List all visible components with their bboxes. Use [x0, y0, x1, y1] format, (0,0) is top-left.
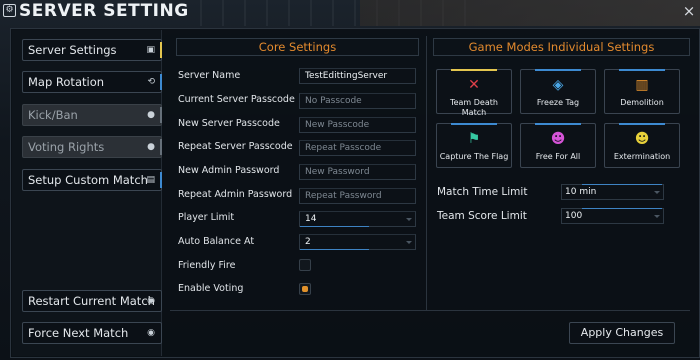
team-score-limit-select[interactable]: 100: [561, 208, 664, 224]
match-time-limit-select[interactable]: 10 min: [561, 184, 664, 200]
game-mode-team-death-match[interactable]: ✕ Team Death Match: [436, 69, 512, 117]
server-icon: ▣: [146, 45, 155, 55]
game-mode-label: Capture The Flag: [439, 152, 509, 161]
server-name-label: Server Name: [178, 70, 241, 81]
current-passcode-input[interactable]: No Passcode: [299, 93, 416, 109]
auto-balance-value: 2: [305, 237, 311, 247]
server-name-input[interactable]: TestEdittingServer: [299, 68, 416, 84]
restart-current-match-button[interactable]: Restart Current Match ◉: [22, 290, 162, 312]
player-limit-label: Player Limit: [178, 212, 235, 223]
game-mode-label: Team Death Match: [450, 98, 498, 117]
title-bar: ⚙ SERVER SETTING ×: [0, 0, 700, 24]
button-label: Force Next Match: [28, 326, 129, 340]
sidebar-item-kick-ban[interactable]: Kick/Ban ●: [22, 104, 162, 126]
sidebar-item-label: Server Settings: [28, 43, 117, 57]
friendly-fire-checkbox[interactable]: [299, 259, 311, 271]
active-indicator: [160, 42, 162, 58]
game-mode-capture-the-flag[interactable]: ⚑ Capture The Flag: [436, 123, 512, 168]
game-mode-freeze-tag[interactable]: ◈ Freeze Tag: [520, 69, 596, 114]
sidebar-item-voting-rights[interactable]: Voting Rights ●: [22, 136, 162, 158]
field-accent: [300, 226, 369, 227]
force-next-match-button[interactable]: Force Next Match ◉: [22, 322, 162, 344]
flag-runner-icon: ⚑: [467, 131, 481, 147]
team-score-limit-label: Team Score Limit: [437, 210, 527, 222]
window-settings-icon: ⚙: [3, 4, 16, 17]
mode-indicator: [619, 123, 665, 125]
skull-icon: ☻: [550, 131, 566, 147]
game-mode-label: Demolition: [620, 98, 664, 107]
game-mode-extermination[interactable]: ☻ Extermination: [604, 123, 680, 168]
user-icon: ●: [147, 142, 155, 152]
item-indicator: [160, 139, 162, 155]
sidebar-item-server-settings[interactable]: Server Settings ▣: [22, 39, 162, 61]
section-divider: [426, 36, 427, 310]
mode-indicator: [535, 123, 581, 125]
repeat-passcode-input[interactable]: Repeat Passcode: [299, 140, 416, 156]
game-mode-free-for-all[interactable]: ☻ Free For All: [520, 123, 596, 168]
item-indicator: [160, 172, 162, 188]
user-icon: ●: [147, 110, 155, 120]
field-accent: [300, 249, 369, 250]
game-mode-demolition[interactable]: ▥ Demolition: [604, 69, 680, 114]
repeat-passcode-label: Repeat Server Passcode: [178, 141, 293, 152]
sidebar: Server Settings ▣ Map Rotation ⟲ Kick/Ba…: [12, 30, 162, 356]
skull-icon: ☻: [634, 131, 650, 147]
apply-changes-button[interactable]: Apply Changes: [569, 322, 675, 344]
team-score-limit-value: 100: [565, 211, 583, 221]
match-time-limit-value: 10 min: [565, 187, 597, 197]
new-admin-password-label: New Admin Password: [178, 165, 280, 176]
item-indicator: [160, 74, 162, 90]
player-limit-value: 14: [305, 214, 317, 224]
current-passcode-label: Current Server Passcode: [178, 94, 295, 105]
new-passcode-label: New Server Passcode: [178, 118, 280, 129]
friendly-fire-label: Friendly Fire: [178, 260, 236, 271]
game-mode-label: Extermination: [613, 152, 671, 161]
sidebar-item-setup-custom-match[interactable]: Setup Custom Match ▤: [22, 169, 162, 191]
sidebar-item-label: Setup Custom Match: [28, 173, 148, 187]
footer-divider: [170, 310, 690, 311]
custom-match-icon: ▤: [146, 175, 155, 185]
player-limit-select[interactable]: 14: [299, 211, 416, 227]
game-mode-label: Free For All: [535, 152, 581, 161]
auto-balance-label: Auto Balance At: [178, 236, 255, 247]
match-time-limit-label: Match Time Limit: [437, 186, 528, 198]
button-label: Restart Current Match: [28, 294, 155, 308]
repeat-admin-password-input[interactable]: Repeat Password: [299, 188, 416, 204]
game-modes-heading: Game Modes Individual Settings: [433, 38, 690, 56]
new-passcode-input[interactable]: New Passcode: [299, 117, 416, 133]
sidebar-item-label: Kick/Ban: [28, 108, 78, 122]
ice-cube-icon: ◈: [552, 77, 564, 93]
window-title: SERVER SETTING: [19, 1, 189, 21]
enable-voting-label: Enable Voting: [178, 283, 244, 294]
mode-indicator: [451, 123, 497, 125]
field-accent: [582, 208, 662, 209]
sidebar-item-label: Voting Rights: [28, 140, 105, 154]
sidebar-item-map-rotation[interactable]: Map Rotation ⟲: [22, 71, 162, 93]
field-accent: [582, 184, 662, 185]
new-admin-password-input[interactable]: New Password: [299, 164, 416, 180]
enable-voting-checkbox[interactable]: [299, 283, 311, 295]
repeat-admin-password-label: Repeat Admin Password: [178, 189, 293, 200]
next-icon: ◉: [147, 328, 155, 338]
crossed-guns-icon: ✕: [468, 77, 480, 93]
sidebar-item-label: Map Rotation: [28, 75, 105, 89]
close-button[interactable]: ×: [680, 2, 698, 20]
selected-indicator: [451, 69, 497, 71]
game-mode-label: Freeze Tag: [536, 98, 580, 107]
map-rotation-icon: ⟲: [147, 77, 155, 87]
core-settings-heading: Core Settings: [176, 38, 419, 56]
mode-indicator: [535, 69, 581, 71]
mode-indicator: [619, 69, 665, 71]
restart-icon: ◉: [147, 296, 155, 306]
auto-balance-select[interactable]: 2: [299, 234, 416, 250]
item-indicator: [160, 107, 162, 123]
dynamite-icon: ▥: [635, 77, 649, 93]
